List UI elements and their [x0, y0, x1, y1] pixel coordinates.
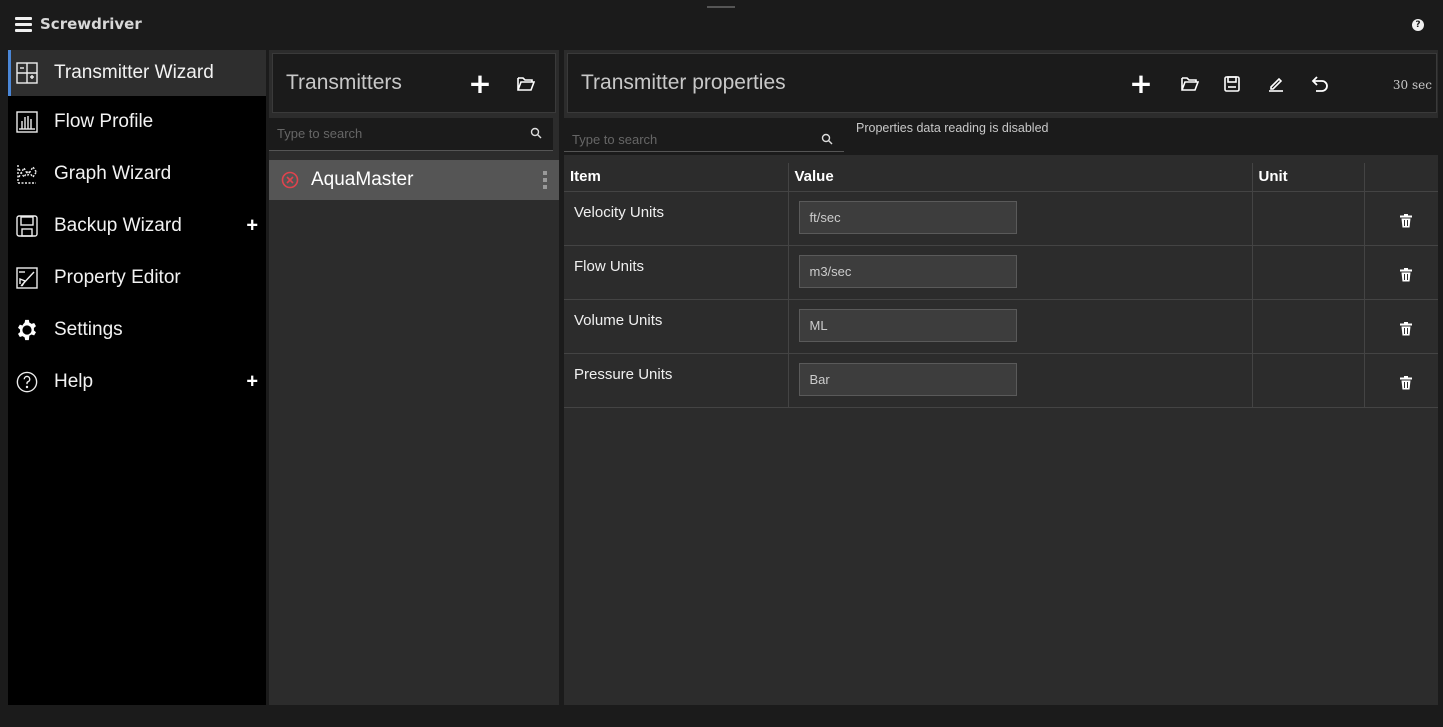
panel-title: Transmitters — [286, 71, 402, 94]
table-header-row: Item Value Unit — [564, 163, 1438, 192]
property-search — [564, 119, 844, 152]
search-icon[interactable] — [530, 127, 542, 139]
column-header-value[interactable]: Value — [788, 163, 1253, 192]
sidebar-item-label: Transmitter Wizard — [54, 62, 214, 83]
transmitters-header: Transmitters + — [272, 53, 556, 113]
sidebar: Transmitter Wizard Flow Profile Graph Wi… — [8, 50, 266, 705]
property-item: Volume Units — [564, 299, 789, 354]
help-question-icon[interactable]: ? — [1412, 19, 1424, 31]
property-editor-icon — [16, 267, 38, 289]
panel-title: Transmitter properties — [581, 71, 786, 94]
trash-icon[interactable] — [1400, 213, 1413, 228]
sidebar-item-label: Property Editor — [54, 267, 181, 288]
status-message: Properties data reading is disabled — [856, 121, 1049, 135]
property-unit — [1252, 299, 1365, 354]
property-value-cell: Bar — [788, 353, 1253, 408]
property-unit — [1252, 353, 1365, 408]
help-circle-icon — [16, 371, 38, 393]
sidebar-item-label: Graph Wizard — [54, 163, 172, 184]
sidebar-item-transmitter-wizard[interactable]: Transmitter Wizard — [8, 50, 266, 96]
property-item: Velocity Units — [564, 191, 789, 246]
add-property-button[interactable]: + — [1129, 70, 1152, 98]
sidebar-item-label: Help — [54, 371, 94, 392]
transmitter-search — [269, 118, 553, 151]
property-value-field[interactable]: ML — [798, 308, 1017, 342]
property-value-cell: ML — [788, 299, 1253, 354]
sidebar-item-backup-wizard[interactable]: Backup Wizard + — [8, 200, 266, 252]
trash-icon[interactable] — [1400, 375, 1413, 390]
trash-icon[interactable] — [1400, 321, 1413, 336]
title-bar: Screwdriver ? — [0, 0, 1443, 50]
gear-icon — [16, 319, 38, 341]
transmitter-wizard-icon — [16, 62, 38, 84]
error-circle-icon — [281, 171, 299, 189]
more-options-icon[interactable] — [543, 171, 547, 189]
transmitters-panel: Transmitters + AquaMaster — [269, 50, 559, 705]
transmitter-name: AquaMaster — [311, 169, 414, 190]
table-row[interactable]: Volume Units ML — [564, 299, 1438, 354]
expand-plus-icon[interactable]: + — [246, 215, 258, 238]
properties-panel: Transmitter properties + 30 sec Properti… — [564, 50, 1438, 705]
actions-cell — [1364, 299, 1438, 354]
sidebar-item-graph-wizard[interactable]: Graph Wizard — [8, 148, 266, 200]
actions-cell — [1364, 191, 1438, 246]
expand-plus-icon[interactable]: + — [246, 371, 258, 394]
transmitter-search-input[interactable] — [277, 126, 477, 141]
actions-cell — [1364, 353, 1438, 408]
property-item: Flow Units — [564, 245, 789, 300]
trash-icon[interactable] — [1400, 267, 1413, 282]
backup-wizard-icon — [16, 215, 38, 237]
table-row[interactable]: Velocity Units ft/sec — [564, 191, 1438, 246]
sidebar-item-settings[interactable]: Settings — [8, 304, 266, 356]
table-row[interactable]: Flow Units m3/sec — [564, 245, 1438, 300]
open-folder-icon[interactable] — [515, 72, 537, 96]
table-row[interactable]: Pressure Units Bar — [564, 353, 1438, 408]
property-unit — [1252, 191, 1365, 246]
property-value-field[interactable]: ft/sec — [798, 200, 1017, 234]
column-header-item[interactable]: Item — [564, 163, 789, 192]
properties-table: Item Value Unit Velocity Units ft/sec Fl… — [564, 163, 1438, 408]
graph-wizard-icon — [16, 163, 38, 185]
edit-pencil-icon[interactable] — [1265, 72, 1287, 96]
open-folder-icon[interactable] — [1179, 72, 1201, 96]
drag-grip[interactable] — [707, 6, 735, 8]
undo-icon[interactable] — [1309, 72, 1331, 96]
column-header-actions — [1364, 163, 1438, 192]
property-search-input[interactable] — [572, 132, 772, 147]
sidebar-item-label: Flow Profile — [54, 111, 154, 132]
properties-header: Transmitter properties + 30 sec — [567, 53, 1437, 113]
refresh-interval-label[interactable]: 30 sec — [1393, 78, 1432, 92]
sidebar-item-help[interactable]: Help + — [8, 356, 266, 408]
property-value-field[interactable]: Bar — [798, 362, 1017, 396]
sidebar-item-label: Backup Wizard — [54, 215, 182, 236]
property-value-field[interactable]: m3/sec — [798, 254, 1017, 288]
column-header-unit[interactable]: Unit — [1252, 163, 1365, 192]
property-value-cell: ft/sec — [788, 191, 1253, 246]
list-item[interactable]: AquaMaster — [269, 160, 559, 200]
save-icon[interactable] — [1221, 72, 1243, 96]
sidebar-item-property-editor[interactable]: Property Editor — [8, 252, 266, 304]
property-unit — [1252, 245, 1365, 300]
app-title: Screwdriver — [40, 15, 142, 33]
add-transmitter-button[interactable]: + — [468, 70, 491, 98]
property-item: Pressure Units — [564, 353, 789, 408]
actions-cell — [1364, 245, 1438, 300]
sidebar-item-label: Settings — [54, 319, 123, 340]
property-value-cell: m3/sec — [788, 245, 1253, 300]
hamburger-menu-icon[interactable] — [15, 17, 32, 32]
search-icon[interactable] — [821, 133, 833, 145]
sidebar-item-flow-profile[interactable]: Flow Profile — [8, 96, 266, 148]
flow-profile-icon — [16, 111, 38, 133]
